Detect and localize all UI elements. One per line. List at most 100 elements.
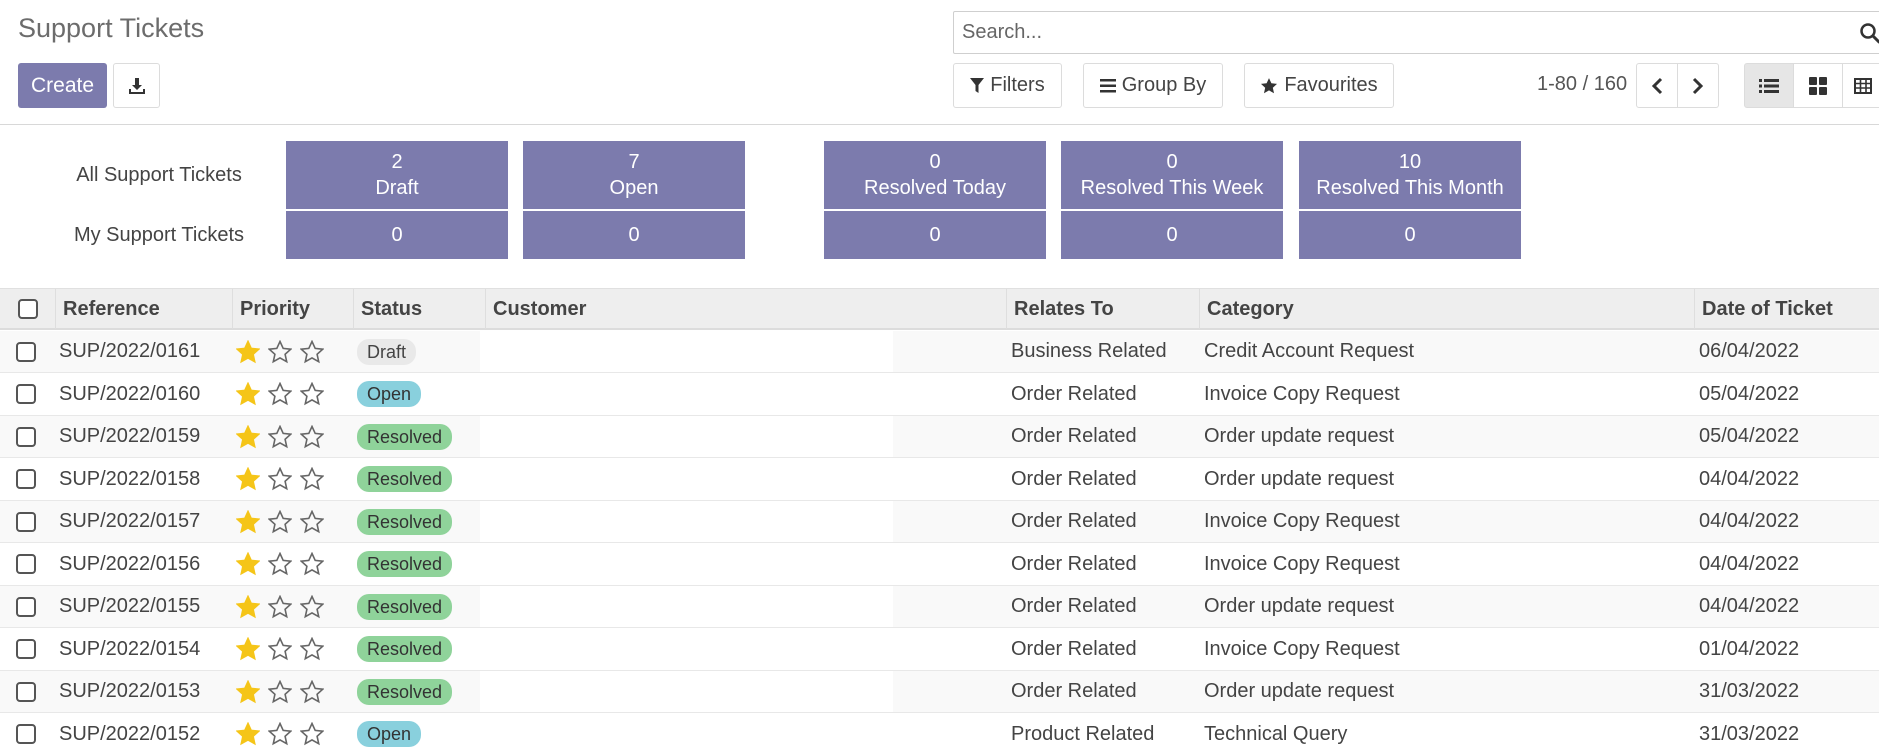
column-header-status[interactable]: Status [353, 289, 485, 329]
priority-cell [236, 671, 324, 712]
list-view-button[interactable] [1744, 63, 1794, 108]
column-header-date[interactable]: Date of Ticket [1694, 289, 1879, 329]
reference-cell: SUP/2022/0153 [59, 680, 201, 702]
star-filled-icon[interactable] [236, 594, 260, 619]
dashboard-row-my-label: My Support Tickets [73, 224, 245, 246]
search-icon[interactable] [1859, 22, 1879, 44]
pager-value[interactable]: 1-80 / 160 [1537, 73, 1627, 96]
star-empty-icon[interactable] [268, 552, 292, 576]
row-checkbox[interactable] [16, 724, 36, 744]
star-empty-icon[interactable] [268, 594, 292, 619]
pager-previous-button[interactable] [1636, 63, 1678, 108]
star-empty-icon[interactable] [300, 424, 324, 449]
star-empty-icon[interactable] [268, 679, 292, 704]
tile-resolved-today-all[interactable]: 0 Resolved Today [824, 141, 1046, 209]
star-empty-icon[interactable] [300, 722, 324, 746]
category-cell: Order update request [1204, 595, 1395, 617]
status-badge: Draft [357, 338, 417, 365]
star-empty-icon[interactable] [300, 552, 324, 576]
star-filled-icon[interactable] [236, 552, 260, 576]
tile-resolved-today-mine[interactable]: 0 [824, 211, 1046, 259]
row-checkbox[interactable] [16, 426, 36, 447]
status-cell: Open [357, 714, 422, 753]
tile-resolved-week-all[interactable]: 0 Resolved This Week [1061, 141, 1283, 209]
priority-cell [236, 416, 324, 457]
pager-next-button[interactable] [1677, 63, 1719, 108]
row-checkbox[interactable] [16, 511, 36, 532]
customer-cell [480, 501, 893, 542]
star-filled-icon[interactable] [236, 722, 260, 746]
tile-resolved-month-mine[interactable]: 0 [1299, 211, 1521, 259]
row-checkbox[interactable] [16, 469, 36, 489]
relates-to-cell: Business Related [1011, 340, 1167, 362]
group-by-button[interactable]: Group By [1083, 63, 1223, 108]
star-empty-icon[interactable] [300, 594, 324, 619]
tile-draft-mine[interactable]: 0 [286, 211, 508, 259]
row-checkbox[interactable] [16, 681, 36, 702]
star-filled-icon[interactable] [236, 382, 260, 406]
table-row[interactable]: SUP/2022/0158 Resolved Order Related Ord… [0, 458, 1879, 501]
row-checkbox[interactable] [16, 384, 36, 404]
star-filled-icon[interactable] [236, 339, 260, 364]
row-checkbox[interactable] [16, 341, 36, 362]
table-row[interactable]: SUP/2022/0156 Resolved Order Related Inv… [0, 543, 1879, 586]
star-filled-icon[interactable] [236, 637, 260, 661]
star-empty-icon[interactable] [300, 467, 324, 491]
tile-name: Draft [375, 177, 419, 199]
star-empty-icon[interactable] [268, 637, 292, 661]
column-header-priority[interactable]: Priority [232, 289, 353, 329]
select-all-checkbox[interactable] [17, 299, 38, 319]
star-empty-icon[interactable] [268, 424, 292, 449]
column-header-category[interactable]: Category [1199, 289, 1694, 329]
table-row[interactable]: SUP/2022/0152 Open Product Related Techn… [0, 713, 1879, 753]
column-header-reference[interactable]: Reference [55, 289, 232, 329]
star-empty-icon[interactable] [300, 679, 324, 704]
star-empty-icon[interactable] [268, 467, 292, 491]
create-button[interactable]: Create [18, 63, 107, 108]
star-empty-icon[interactable] [300, 509, 324, 534]
filters-button[interactable]: Filters [953, 63, 1062, 108]
table-row[interactable]: SUP/2022/0154 Resolved Order Related Inv… [0, 628, 1879, 671]
row-checkbox[interactable] [16, 554, 36, 574]
row-checkbox[interactable] [16, 596, 36, 617]
star-empty-icon[interactable] [268, 722, 292, 746]
star-filled-icon[interactable] [236, 467, 260, 491]
date-cell: 31/03/2022 [1699, 680, 1800, 702]
download-icon [128, 77, 145, 94]
tile-draft-all[interactable]: 2 Draft [286, 141, 508, 209]
kanban-view-button[interactable] [1793, 63, 1843, 108]
tile-resolved-month-all[interactable]: 10 Resolved This Month [1299, 141, 1521, 209]
column-header-relates-to[interactable]: Relates To [1006, 289, 1199, 329]
search-input[interactable] [962, 12, 1842, 53]
star-empty-icon[interactable] [300, 382, 324, 406]
tile-open-mine[interactable]: 0 [523, 211, 745, 259]
download-button[interactable] [113, 63, 160, 108]
star-filled-icon[interactable] [236, 679, 260, 704]
star-empty-icon[interactable] [268, 339, 292, 364]
table-row[interactable]: SUP/2022/0157 Resolved Order Related Inv… [0, 501, 1879, 543]
table-row[interactable]: SUP/2022/0153 Resolved Order Related Ord… [0, 671, 1879, 713]
star-empty-icon[interactable] [300, 339, 324, 364]
star-empty-icon[interactable] [300, 637, 324, 661]
column-header-customer[interactable]: Customer [485, 289, 1006, 329]
reference-cell: SUP/2022/0156 [59, 552, 201, 575]
star-filled-icon[interactable] [236, 424, 260, 449]
tile-resolved-week-mine[interactable]: 0 [1061, 211, 1283, 259]
table-row[interactable]: SUP/2022/0155 Resolved Order Related Ord… [0, 586, 1879, 628]
table-row[interactable]: SUP/2022/0159 Resolved Order Related Ord… [0, 416, 1879, 458]
status-cell: Resolved [357, 416, 453, 457]
favourites-button[interactable]: Favourites [1244, 63, 1394, 108]
star-empty-icon[interactable] [268, 509, 292, 534]
tile-open-all[interactable]: 7 Open [523, 141, 745, 209]
priority-stars [236, 594, 324, 619]
table-view-button[interactable] [1842, 63, 1879, 108]
star-empty-icon[interactable] [268, 382, 292, 406]
priority-stars [236, 467, 324, 491]
star-filled-icon[interactable] [236, 509, 260, 534]
priority-stars [236, 509, 324, 534]
row-checkbox[interactable] [16, 639, 36, 659]
date-cell: 06/04/2022 [1699, 340, 1800, 362]
tile-count: 2 [391, 151, 403, 173]
table-row[interactable]: SUP/2022/0161 Draft Business Related Cre… [0, 331, 1879, 373]
table-row[interactable]: SUP/2022/0160 Open Order Related Invoice… [0, 373, 1879, 416]
